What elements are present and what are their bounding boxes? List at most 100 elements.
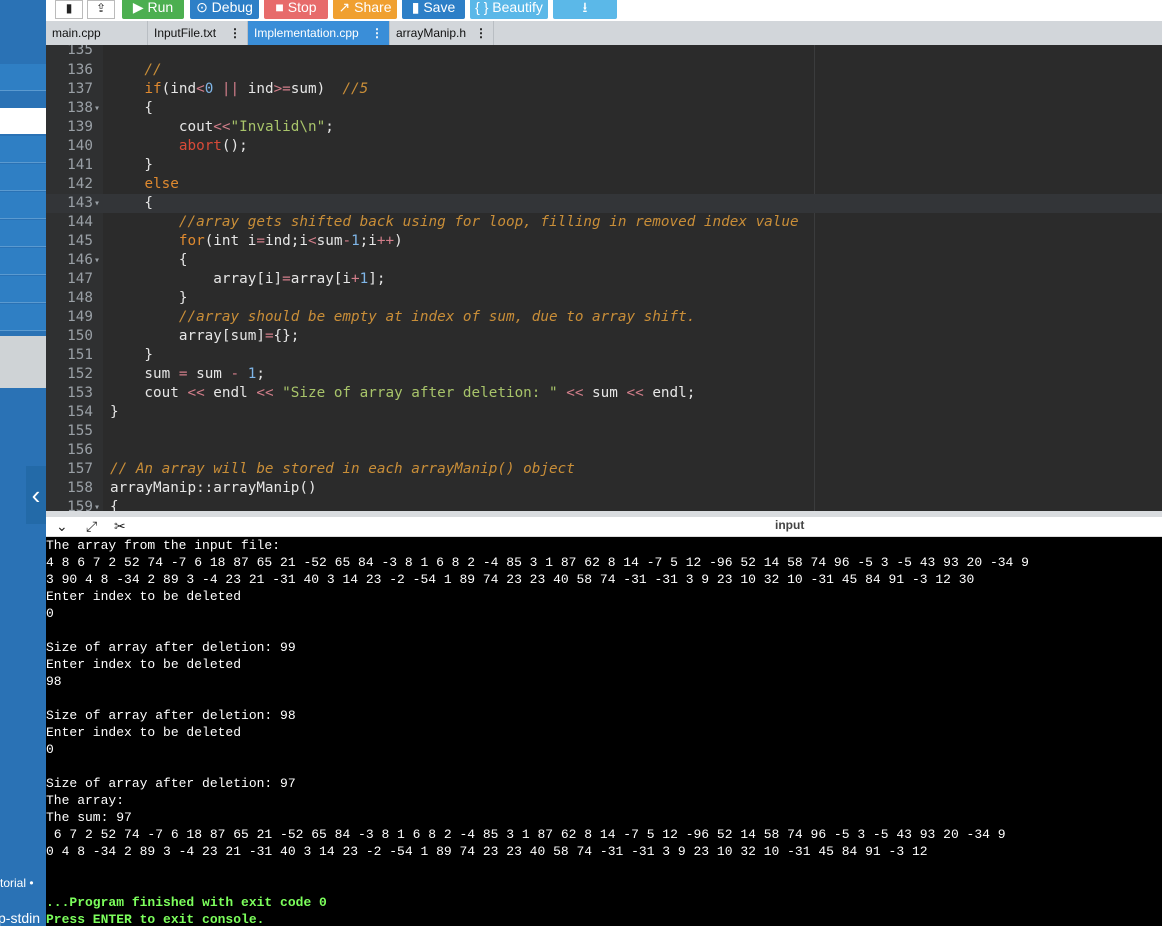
code-line[interactable]: 148 }: [46, 289, 1162, 308]
code-line[interactable]: 146 ▾ {: [46, 251, 1162, 270]
console-line: The sum: 97: [46, 810, 132, 825]
code-editor[interactable]: 135 136 // 137 if(ind<0 || ind>=sum) //5…: [46, 45, 1162, 511]
sidebar-item[interactable]: [0, 248, 46, 275]
code-line[interactable]: 155: [46, 422, 1162, 441]
code-line[interactable]: 153 cout << endl << "Size of array after…: [46, 384, 1162, 403]
code-text: //array should be empty at index of sum,…: [178, 309, 696, 325]
code-line[interactable]: 145 for(int i=ind;i<sum-1;i++): [46, 232, 1162, 251]
fold-arrow-icon[interactable]: ▾: [94, 99, 100, 118]
code-text: arrayManip::arrayManip(): [110, 480, 317, 496]
upload-button[interactable]: ⇪: [87, 0, 115, 19]
run-button[interactable]: ▶ Run: [122, 0, 184, 19]
line-number: 157: [67, 461, 93, 477]
sidebar-stdin-link[interactable]: p-stdin: [0, 910, 46, 926]
sidebar-item[interactable]: [0, 192, 46, 219]
chevron-down-icon[interactable]: ⌄: [56, 518, 68, 535]
fold-arrow-icon[interactable]: ▾: [94, 498, 100, 511]
code-line[interactable]: 135: [46, 45, 1162, 60]
code-line[interactable]: 147 array[i]=array[i+1];: [46, 270, 1162, 289]
tab-arraymanip-h[interactable]: arrayManip.h ⋮: [390, 21, 494, 45]
code-line[interactable]: 139 cout<<"Invalid\n";: [46, 118, 1162, 137]
sidebar-tutorial-link[interactable]: torial •: [0, 876, 46, 890]
code-line-current[interactable]: 143 ▾ {: [46, 194, 1162, 213]
expand-icon[interactable]: ⤢: [86, 518, 97, 535]
code-line[interactable]: 136 //: [46, 61, 1162, 80]
line-number: 135: [67, 45, 93, 58]
save-button[interactable]: ▮ Save: [402, 0, 465, 19]
code-line[interactable]: 138 ▾ {: [46, 99, 1162, 118]
code-text: else: [144, 176, 179, 192]
code-line[interactable]: 144 //array gets shifted back using for …: [46, 213, 1162, 232]
output-console[interactable]: The array from the input file: 4 8 6 7 2 …: [46, 537, 1162, 926]
console-line: 4 8 6 7 2 52 74 -7 6 18 87 65 21 -52 65 …: [46, 555, 1029, 570]
tab-inputfile-txt[interactable]: InputFile.txt ⋮: [148, 21, 248, 45]
console-line: Enter index to be deleted: [46, 725, 242, 740]
left-sidebar: ‹ torial • p-stdin: [0, 0, 46, 926]
console-line: The array:: [46, 793, 125, 808]
console-line: Size of array after deletion: 98: [46, 708, 296, 723]
line-number: 141: [67, 157, 93, 173]
fold-arrow-icon[interactable]: ▾: [94, 251, 100, 270]
code-line[interactable]: 140 abort();: [46, 137, 1162, 156]
code-text: cout << endl << "Size of array after del…: [110, 385, 696, 401]
kebab-menu-icon[interactable]: ⋮: [475, 21, 487, 45]
console-line: Press ENTER to exit console.: [46, 912, 265, 926]
code-line[interactable]: 156: [46, 441, 1162, 460]
console-line: Enter index to be deleted: [46, 657, 242, 672]
download-icon: ⭳: [582, 0, 588, 15]
code-line[interactable]: 151 }: [46, 346, 1162, 365]
code-text: for(int i=ind;i<sum-1;i++): [178, 233, 403, 249]
line-number: 151: [67, 347, 93, 363]
share-button[interactable]: ↗ Share: [333, 0, 397, 19]
console-line: 0 4 8 -34 2 89 3 -4 23 21 -31 40 3 14 23…: [46, 844, 928, 859]
code-text: if(ind<0 || ind>=sum) //5: [144, 81, 369, 97]
code-line[interactable]: 142 else: [46, 175, 1162, 194]
code-text: {: [110, 252, 188, 268]
code-line[interactable]: 141 }: [46, 156, 1162, 175]
clear-console-icon[interactable]: ✂: [114, 518, 126, 535]
console-line: 0: [46, 742, 54, 757]
debug-button[interactable]: ⊙ Debug: [190, 0, 259, 19]
beautify-button[interactable]: { } Beautify: [470, 0, 548, 19]
code-line[interactable]: 149 //array should be empty at index of …: [46, 308, 1162, 327]
console-line: Enter index to be deleted: [46, 589, 242, 604]
code-line[interactable]: 159 ▾ {: [46, 498, 1162, 511]
code-text: }: [110, 290, 188, 306]
kebab-menu-icon[interactable]: ⋮: [229, 21, 241, 45]
code-line[interactable]: 157 // An array will be stored in each ar…: [46, 460, 1162, 479]
line-number: 158: [67, 480, 93, 496]
code-line[interactable]: 152 sum = sum - 1;: [46, 365, 1162, 384]
code-line[interactable]: 154}: [46, 403, 1162, 422]
sidebar-item-selected[interactable]: [0, 108, 46, 134]
sidebar-item[interactable]: [0, 304, 46, 331]
sidebar-collapse-button[interactable]: ‹: [26, 466, 46, 524]
code-text: }: [110, 157, 154, 173]
code-text: {: [110, 100, 154, 116]
stop-button[interactable]: ■ Stop: [264, 0, 328, 19]
sidebar-item[interactable]: [0, 136, 46, 163]
line-number: 138: [67, 100, 93, 116]
code-text: cout<<"Invalid\n";: [110, 119, 334, 135]
console-line: Size of array after deletion: 99: [46, 640, 296, 655]
code-line[interactable]: 150 array[sum]={};: [46, 327, 1162, 346]
fold-arrow-icon[interactable]: ▾: [94, 194, 100, 213]
line-number: 150: [67, 328, 93, 344]
tab-implementation-cpp[interactable]: Implementation.cpp ⋮: [248, 21, 390, 45]
sidebar-item[interactable]: [0, 220, 46, 247]
code-text: {: [110, 195, 154, 211]
code-line[interactable]: 158 arrayManip::arrayManip(): [46, 479, 1162, 498]
code-text: array[i]=array[i+1];: [110, 271, 386, 287]
sidebar-item[interactable]: [0, 64, 46, 91]
download-button[interactable]: ⭳: [553, 0, 617, 19]
code-line[interactable]: 137 if(ind<0 || ind>=sum) //5: [46, 80, 1162, 99]
code-text: {: [110, 499, 119, 511]
new-file-button[interactable]: ▮: [55, 0, 83, 19]
kebab-menu-icon[interactable]: ⋮: [371, 21, 383, 45]
sidebar-item[interactable]: [0, 276, 46, 303]
line-number: 149: [67, 309, 93, 325]
line-number: 153: [67, 385, 93, 401]
tab-main-cpp[interactable]: main.cpp: [46, 21, 148, 45]
console-line: 6 7 2 52 74 -7 6 18 87 65 21 -52 65 84 -…: [46, 827, 1006, 842]
sidebar-item[interactable]: [0, 164, 46, 191]
line-number: 159: [67, 499, 93, 511]
